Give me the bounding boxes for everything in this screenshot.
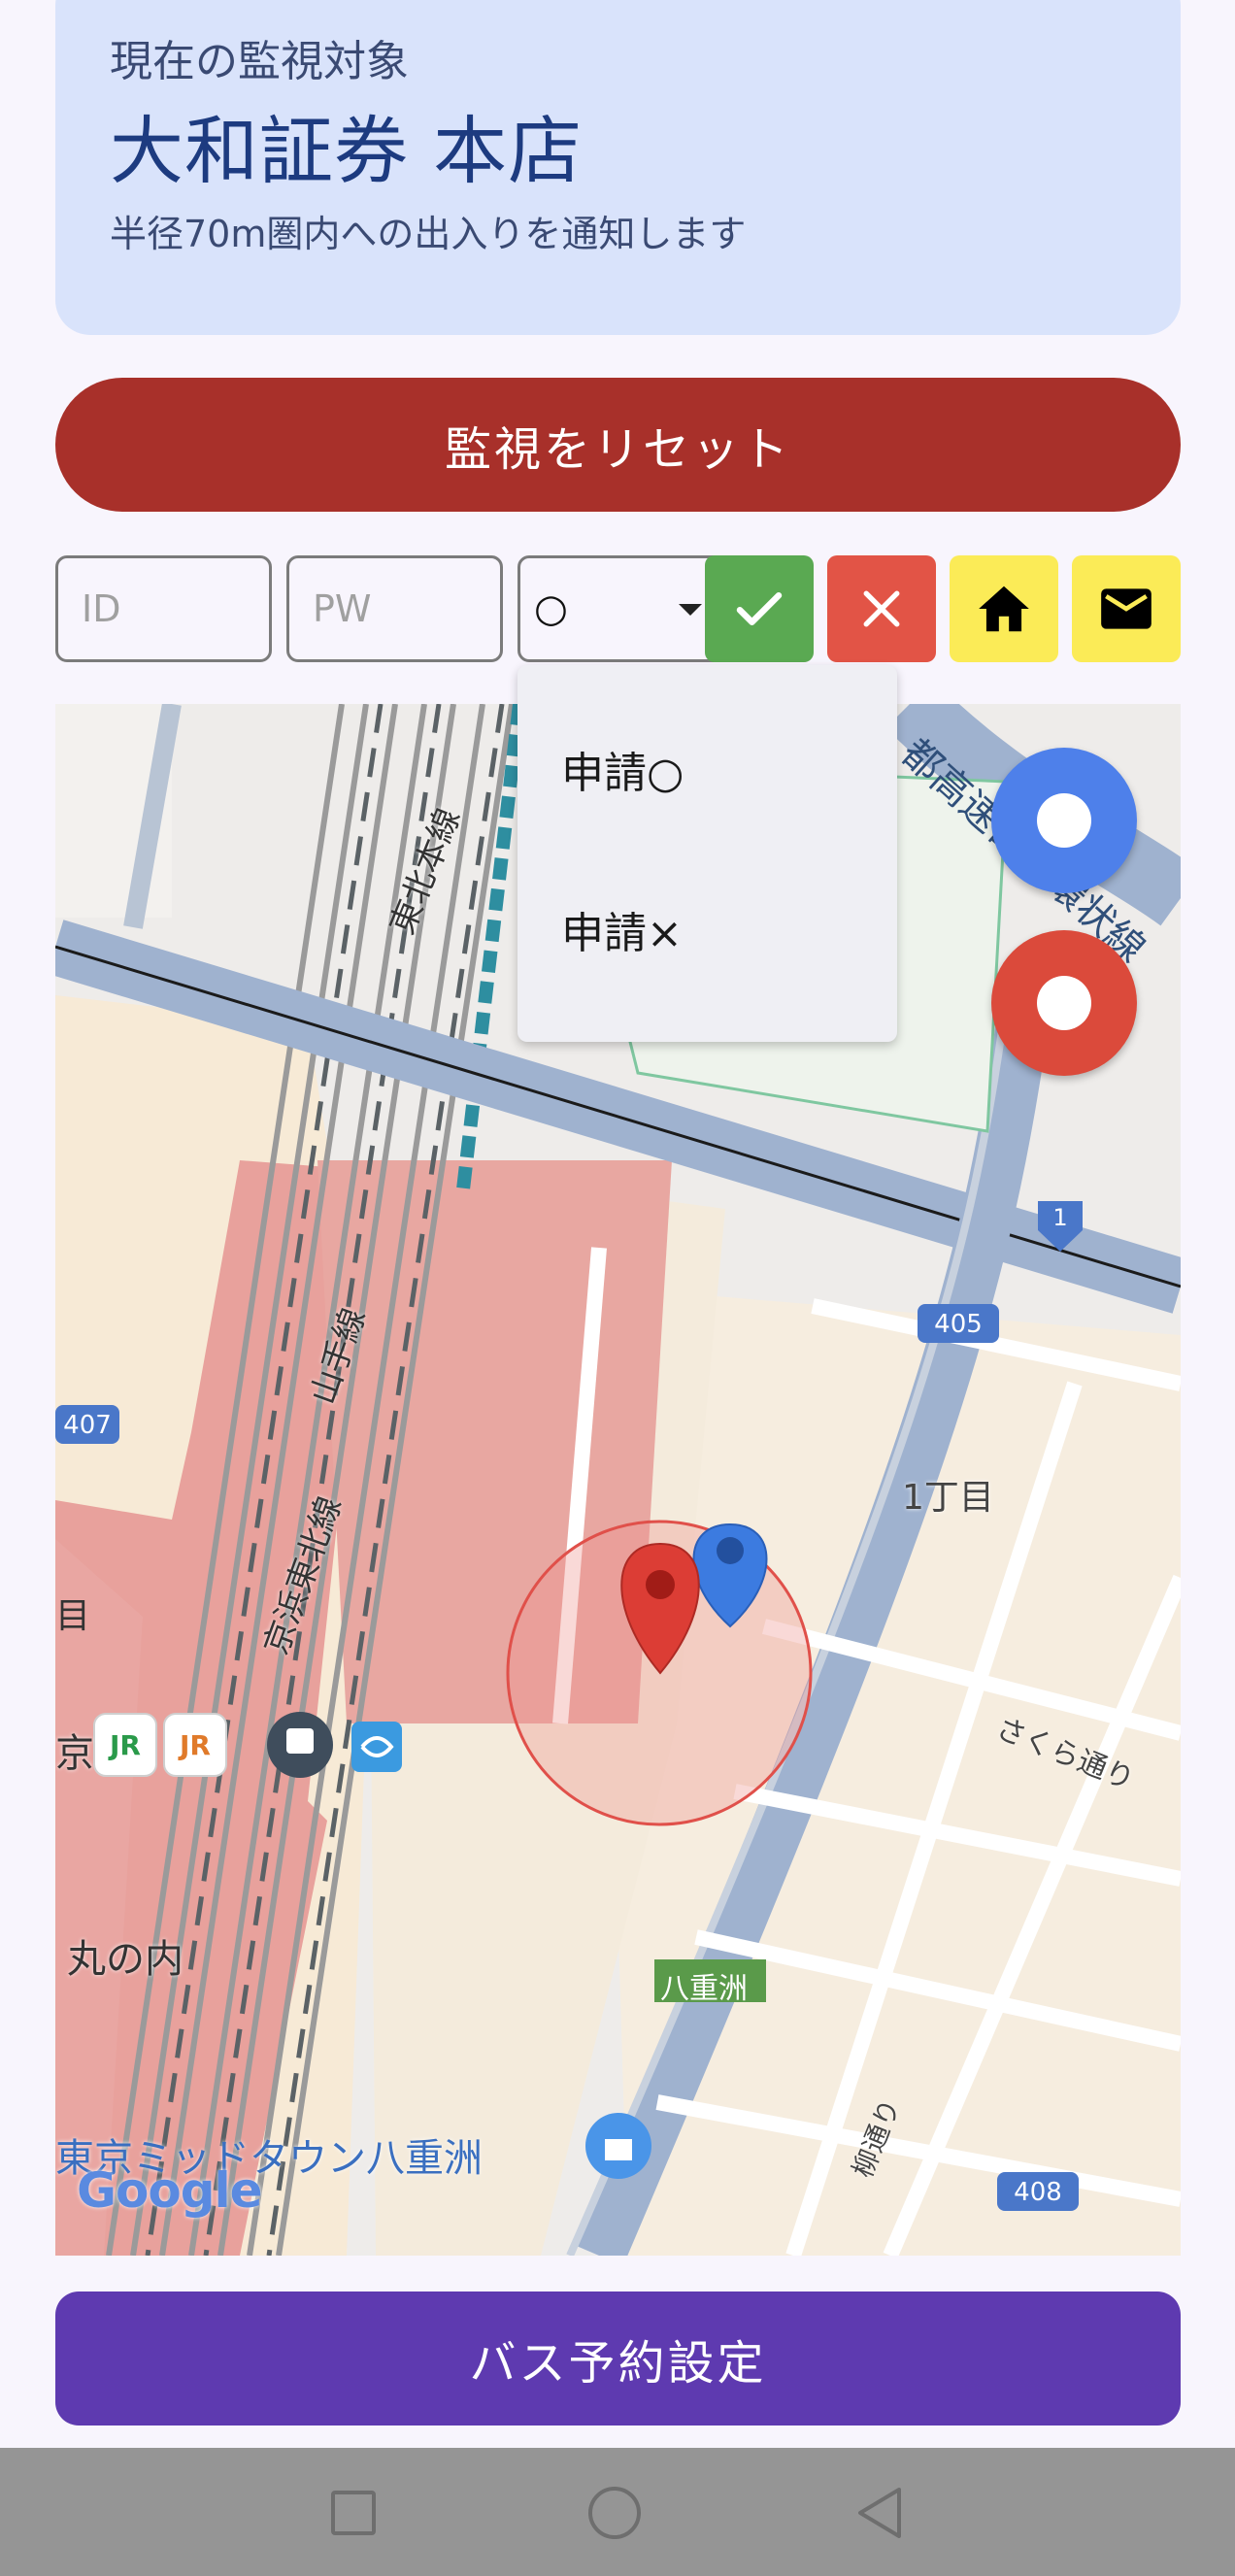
monitor-title: 大和証券 本店 bbox=[110, 108, 584, 194]
reset-monitor-button[interactable]: 監視をリセット bbox=[55, 378, 1181, 512]
map-label-itchome: 1丁目 bbox=[902, 1478, 994, 1518]
monitor-description: 半径70m圏内への出入りを通知します bbox=[110, 213, 747, 255]
reject-button[interactable] bbox=[827, 555, 936, 662]
dropdown-option-approve[interactable]: 申請○ bbox=[561, 753, 684, 795]
map-label-kyo: 京 bbox=[55, 1731, 94, 1776]
check-icon bbox=[736, 592, 783, 625]
id-input[interactable] bbox=[55, 555, 272, 662]
location-dot-icon bbox=[1037, 793, 1091, 848]
route-407-label: 407 bbox=[63, 1411, 112, 1440]
back-icon[interactable] bbox=[852, 2484, 907, 2542]
current-location-button[interactable] bbox=[991, 748, 1137, 893]
system-nav-bar bbox=[0, 2448, 1235, 2576]
mail-icon bbox=[1101, 588, 1152, 629]
map-label-yaesu: 八重洲 bbox=[660, 1972, 748, 2006]
status-dropdown-menu: 申請○ 申請× bbox=[517, 665, 897, 1042]
status-select[interactable]: ○ bbox=[517, 555, 734, 662]
mail-button[interactable] bbox=[1072, 555, 1181, 662]
home-button[interactable] bbox=[950, 555, 1058, 662]
password-input[interactable] bbox=[286, 555, 503, 662]
target-location-button[interactable] bbox=[991, 930, 1137, 1076]
map-label-marunouchi: 丸の内 bbox=[67, 1937, 184, 1982]
bus-reservation-button[interactable]: バス予約設定 bbox=[55, 2292, 1181, 2425]
map-label-me: 目 bbox=[55, 1596, 91, 1636]
jr-logo: JR bbox=[180, 1729, 211, 1761]
route-1-label: 1 bbox=[1052, 1204, 1068, 1231]
monitor-caption: 現在の監視対象 bbox=[110, 37, 409, 86]
jr-logo: JR bbox=[110, 1729, 141, 1761]
select-value: ○ bbox=[534, 586, 568, 631]
approve-button[interactable] bbox=[705, 555, 814, 662]
close-icon bbox=[863, 590, 900, 627]
home-circle-icon[interactable] bbox=[588, 2487, 641, 2539]
monitor-card: 現在の監視対象 大和証券 本店 半径70m圏内への出入りを通知します bbox=[55, 0, 1181, 335]
recents-icon[interactable] bbox=[331, 2491, 376, 2535]
route-405-label: 405 bbox=[934, 1310, 983, 1339]
route-408-label: 408 bbox=[1014, 2178, 1062, 2207]
caret-down-icon bbox=[679, 604, 702, 616]
google-logo: Google bbox=[77, 2162, 263, 2219]
dropdown-option-reject[interactable]: 申請× bbox=[561, 913, 683, 955]
home-icon bbox=[979, 585, 1029, 632]
target-dot-icon bbox=[1037, 976, 1091, 1030]
